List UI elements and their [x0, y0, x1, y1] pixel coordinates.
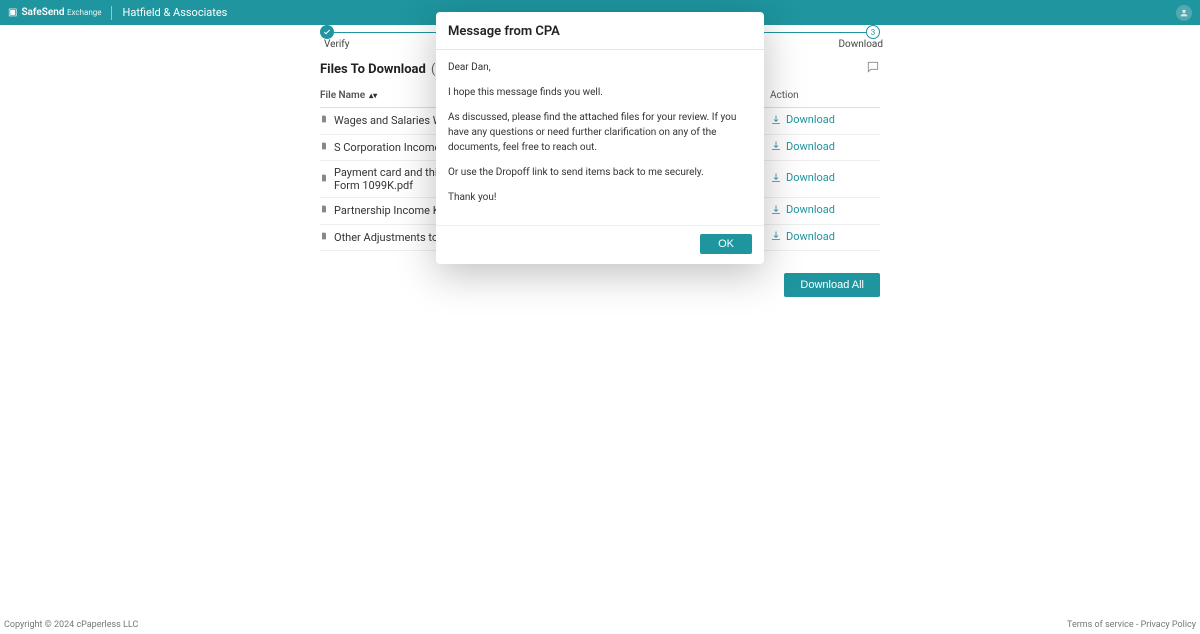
modal-p3: As discussed, please find the attached f…: [448, 110, 752, 155]
modal-body: Dear Dan, I hope this message finds you …: [436, 50, 764, 225]
message-modal: Message from CPA Dear Dan, I hope this m…: [436, 12, 764, 264]
modal-p5: Thank you!: [448, 190, 752, 205]
modal-p4: Or use the Dropoff link to send items ba…: [448, 165, 752, 180]
modal-ok-button[interactable]: OK: [700, 234, 752, 254]
modal-p2: I hope this message finds you well.: [448, 85, 752, 100]
modal-overlay: Message from CPA Dear Dan, I hope this m…: [0, 0, 1200, 634]
modal-title: Message from CPA: [448, 24, 560, 39]
modal-p1: Dear Dan,: [448, 60, 752, 75]
